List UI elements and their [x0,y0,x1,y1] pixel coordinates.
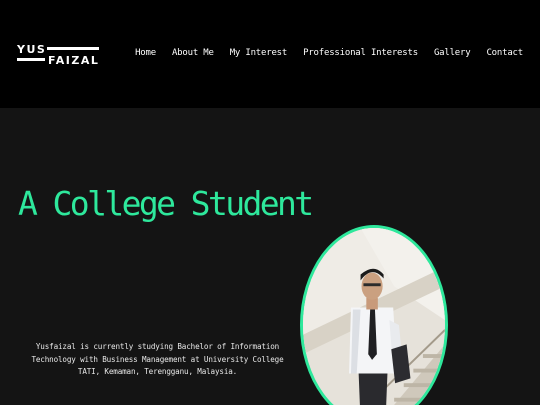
nav-gallery-link[interactable]: Gallery [434,48,471,58]
logo-text-bottom: FAIZAL [48,54,100,67]
main-nav: Home About Me My Interest Professional I… [135,48,523,58]
site-logo[interactable]: YUS FAIZAL [17,44,101,66]
hero-description: Yusfaizal is currently studying Bachelor… [31,342,284,376]
nav-my-interest-link[interactable]: My Interest [230,48,288,58]
hero-headline: A College Student [18,184,314,223]
logo-bar-top [47,47,99,50]
profile-photo-image [303,228,445,405]
nav-professional-interests-link[interactable]: Professional Interests [303,48,418,58]
nav-about-me-link[interactable]: About Me [172,48,214,58]
nav-home-link[interactable]: Home [135,48,156,58]
logo-bar-bottom [17,58,45,61]
nav-contact-link[interactable]: Contact [486,48,523,58]
logo-text-top: YUS [17,43,47,56]
top-navbar: YUS FAIZAL Home About Me My Interest Pro… [0,0,540,108]
